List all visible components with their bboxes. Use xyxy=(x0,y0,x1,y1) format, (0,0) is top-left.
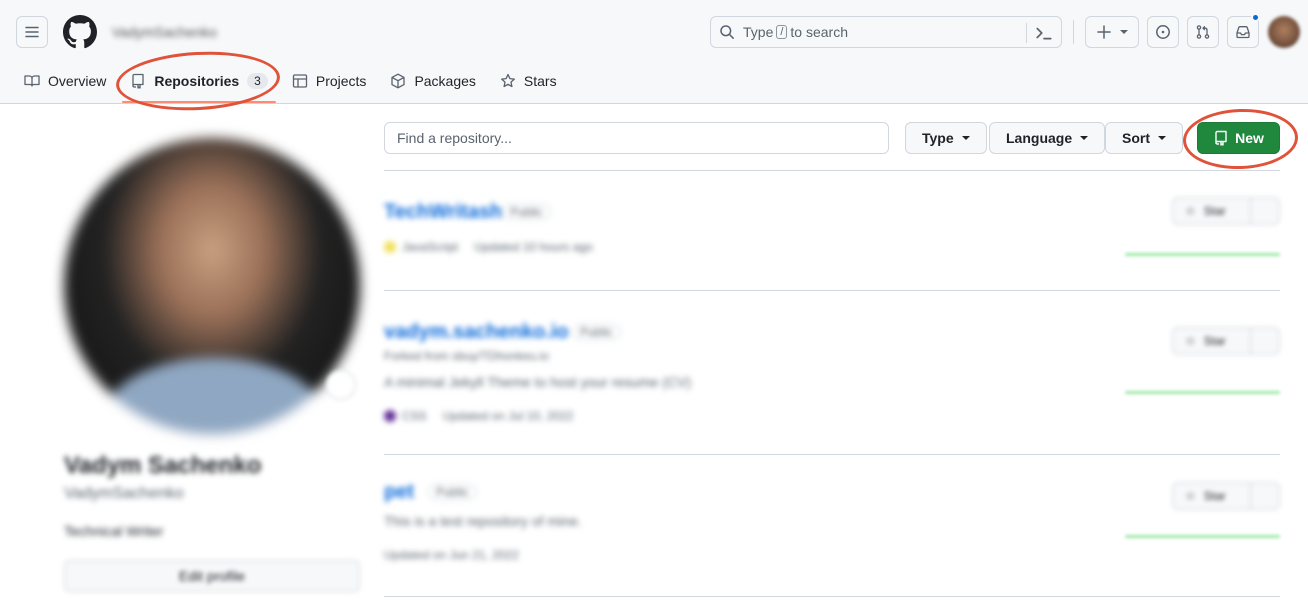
tab-repositories-label: Repositories xyxy=(154,73,240,89)
repo-icon xyxy=(1215,130,1227,146)
tab-repositories[interactable]: Repositories 3 xyxy=(122,65,276,103)
activity-sparkline xyxy=(1125,535,1280,538)
tab-projects-label: Projects xyxy=(315,73,367,89)
star-icon xyxy=(500,73,515,88)
chevron-down-icon xyxy=(1158,136,1166,140)
repositories-count-badge: 3 xyxy=(247,73,268,89)
search-icon xyxy=(720,25,734,39)
repo-list-item: pet Public This is a test repository of … xyxy=(384,455,1280,597)
repo-visibility-badge: Public xyxy=(502,204,551,220)
chevron-down-icon xyxy=(1080,136,1089,140)
edit-profile-button[interactable]: Edit profile xyxy=(64,560,360,592)
repo-name-link[interactable]: TechWritash xyxy=(384,201,502,224)
repo-description: A minimal Jekyll Theme to host your resu… xyxy=(384,374,692,390)
header-divider xyxy=(1073,20,1074,44)
repo-description: This is a test repository of mine. xyxy=(384,513,582,529)
repo-updated: Updated 10 hours ago xyxy=(474,240,593,254)
star-button[interactable]: ☆ Star xyxy=(1172,327,1280,355)
profile-avatar xyxy=(64,138,360,434)
repo-meta: CSS Updated on Jul 10, 2022 xyxy=(384,409,573,423)
star-icon: ☆ xyxy=(1185,334,1196,348)
repo-fork-info: Forked from sbuy/TDhonkeu.io xyxy=(384,349,549,363)
plus-icon xyxy=(1097,25,1111,39)
inbox-icon xyxy=(1236,26,1250,39)
search-prefix: Type xyxy=(743,24,774,40)
search-suffix: to search xyxy=(790,24,849,40)
tab-overview[interactable]: Overview xyxy=(16,65,114,97)
new-repository-label: New xyxy=(1235,130,1264,146)
search-divider xyxy=(1026,23,1027,43)
header-username[interactable]: VadymSachenko xyxy=(112,24,217,40)
type-filter-button[interactable]: Type xyxy=(905,122,987,154)
repo-language: CSS xyxy=(402,409,427,423)
search-shortcut-key: / xyxy=(776,25,788,39)
language-color-dot xyxy=(384,241,396,253)
repo-visibility-badge: Public xyxy=(572,324,621,340)
package-icon xyxy=(391,73,406,89)
repo-name-link[interactable]: vadym.sachenko.io xyxy=(384,321,569,344)
star-icon: ☆ xyxy=(1185,489,1196,503)
repo-language: JavaScript xyxy=(402,240,459,254)
sort-filter-button[interactable]: Sort xyxy=(1105,122,1183,154)
repo-updated: Updated on Jun 21, 2022 xyxy=(384,548,519,562)
issue-opened-icon xyxy=(1156,25,1170,39)
repo-icon xyxy=(132,73,145,89)
repo-meta: JavaScript Updated 10 hours ago xyxy=(384,240,593,254)
language-color-dot xyxy=(384,410,396,422)
repo-list-item: vadym.sachenko.io Public Forked from sbu… xyxy=(384,291,1280,455)
star-button[interactable]: ☆ Star xyxy=(1172,197,1280,225)
repo-visibility-badge: Public xyxy=(428,484,477,500)
tab-overview-label: Overview xyxy=(48,73,107,89)
type-filter-label: Type xyxy=(922,130,954,146)
table-icon xyxy=(292,74,308,88)
star-label: Star xyxy=(1203,334,1226,348)
github-logo-icon[interactable] xyxy=(63,15,97,49)
sort-filter-label: Sort xyxy=(1122,130,1150,146)
chevron-down-icon xyxy=(1120,30,1128,34)
issues-button[interactable] xyxy=(1147,16,1179,48)
activity-sparkline xyxy=(1125,253,1280,256)
pull-request-icon xyxy=(1196,25,1210,39)
find-repository-input[interactable] xyxy=(384,122,889,154)
create-new-button[interactable] xyxy=(1085,16,1139,48)
pull-requests-button[interactable] xyxy=(1187,16,1219,48)
star-label: Star xyxy=(1203,204,1226,218)
set-status-button[interactable] xyxy=(326,370,356,400)
star-icon: ☆ xyxy=(1185,204,1196,218)
tab-packages-label: Packages xyxy=(414,73,476,89)
tab-stars-label: Stars xyxy=(523,73,557,89)
search-input[interactable]: Type / to search xyxy=(710,16,1062,48)
chevron-down-icon xyxy=(961,136,970,140)
language-filter-label: Language xyxy=(1006,130,1073,146)
hamburger-icon xyxy=(25,26,39,38)
command-palette-icon[interactable] xyxy=(1035,24,1053,42)
new-repository-button[interactable]: New xyxy=(1197,122,1280,154)
repo-updated: Updated on Jul 10, 2022 xyxy=(442,409,574,423)
book-icon xyxy=(24,75,40,87)
profile-handle: VadymSachenko xyxy=(64,485,184,502)
tab-packages[interactable]: Packages xyxy=(382,65,483,97)
profile-tabs: Overview Repositories 3 Projects Package… xyxy=(16,64,573,103)
repo-name-link[interactable]: pet xyxy=(384,481,414,504)
profile-bio: Technical Writer xyxy=(64,523,164,539)
profile-full-name: Vadym Sachenko xyxy=(64,452,262,479)
hamburger-menu-button[interactable] xyxy=(16,16,48,48)
notification-dot xyxy=(1251,13,1260,22)
tab-projects[interactable]: Projects xyxy=(284,65,375,97)
repo-list-item: TechWritash Public JavaScript Updated 10… xyxy=(384,171,1280,291)
language-filter-button[interactable]: Language xyxy=(989,122,1106,154)
tab-stars[interactable]: Stars xyxy=(492,65,565,97)
activity-sparkline xyxy=(1125,391,1280,394)
user-avatar[interactable] xyxy=(1268,16,1300,48)
star-button[interactable]: ☆ Star xyxy=(1172,482,1280,510)
top-header: VadymSachenko Type / to search Overview … xyxy=(0,0,1308,104)
repo-meta: Updated on Jun 21, 2022 xyxy=(384,548,519,562)
star-label: Star xyxy=(1203,489,1226,503)
